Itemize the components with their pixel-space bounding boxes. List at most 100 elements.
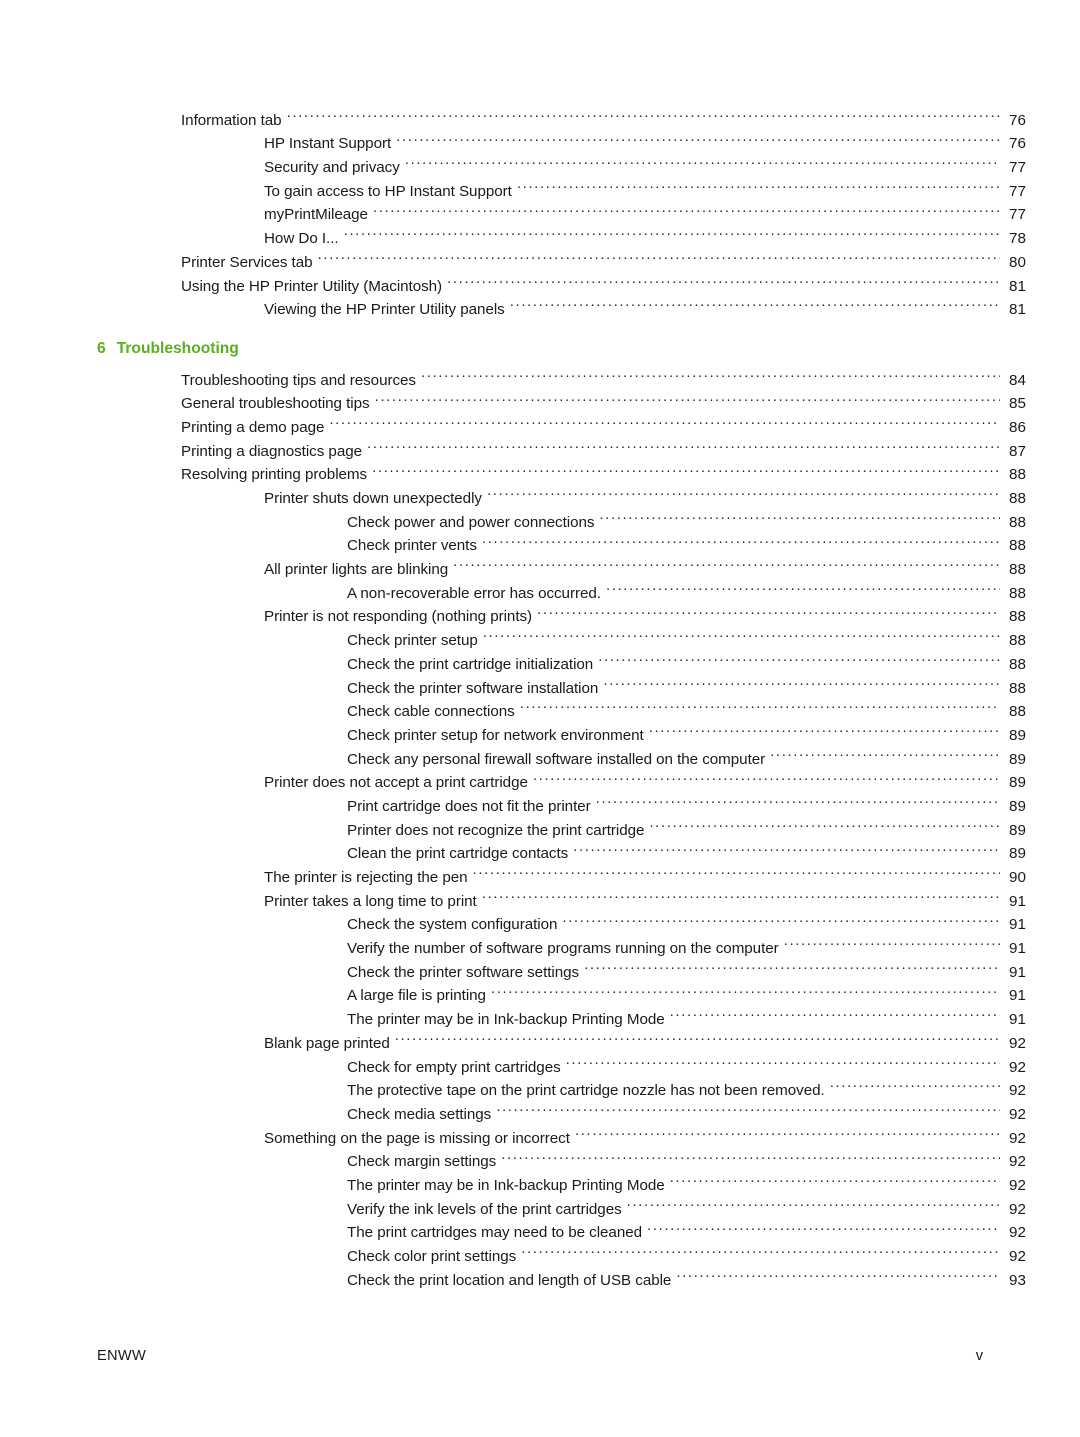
- toc-entry-page-number: 91: [1009, 916, 1026, 934]
- toc-dot-leader: [329, 408, 1000, 432]
- toc-entry-page-number: 91: [1009, 940, 1026, 958]
- toc-dot-leader: [367, 432, 1000, 456]
- toc-dot-leader: [520, 693, 1000, 717]
- toc-entry[interactable]: Check media settings 92: [0, 1095, 1080, 1123]
- chapter-number: 6: [97, 340, 106, 358]
- toc-entry[interactable]: Check power and power connections88: [0, 503, 1080, 531]
- toc-entry[interactable]: Information tab 76: [0, 101, 1080, 129]
- toc-entry-page-number: 88: [1009, 490, 1026, 507]
- toc-entry[interactable]: Print cartridge does not fit the printer…: [0, 787, 1080, 815]
- toc-entry[interactable]: Check printer setup 88: [0, 621, 1080, 649]
- toc-entry-title: Printer does not accept a print cartridg…: [264, 774, 528, 792]
- toc-entry-page-number: 88: [1009, 632, 1026, 650]
- toc-entry[interactable]: Printer is not responding (nothing print…: [0, 598, 1080, 626]
- toc-dot-leader: [318, 243, 1000, 267]
- toc-entry-page-number: 88: [1009, 561, 1026, 579]
- toc-entry[interactable]: The printer is rejecting the pen 90: [0, 858, 1080, 886]
- toc-entry[interactable]: Check margin settings 92: [0, 1143, 1080, 1171]
- toc-entry-title: Verify the ink levels of the print cartr…: [347, 1200, 622, 1218]
- toc-entry[interactable]: Check for empty print cartridges 92: [0, 1048, 1080, 1076]
- toc-dot-leader: [517, 172, 1000, 196]
- toc-dot-leader: [483, 621, 1000, 645]
- toc-entry-page-number: 77: [1009, 182, 1026, 200]
- toc-dot-leader: [501, 1143, 1000, 1167]
- toc-entry-title: Information tab: [181, 111, 282, 129]
- toc-dot-leader: [491, 977, 1000, 1001]
- toc-entry[interactable]: Printer does not accept a print cartridg…: [0, 764, 1080, 792]
- toc-entry[interactable]: Printing a diagnostics page 87: [0, 432, 1080, 460]
- toc-entry-page-number: 91: [1009, 987, 1026, 1005]
- toc-dot-leader: [496, 1095, 1000, 1119]
- toc-section-before-chapter: Information tab76HP Instant Support76Sec…: [0, 101, 1080, 319]
- toc-entry-page-number: 92: [1009, 1105, 1026, 1123]
- toc-entry-title: Using the HP Printer Utility (Macintosh): [181, 277, 443, 295]
- toc-entry-page-number: 88: [1009, 537, 1026, 555]
- toc-entry[interactable]: Check printer vents88: [0, 527, 1080, 555]
- toc-dot-leader: [596, 787, 1000, 811]
- toc-dot-leader: [375, 385, 1000, 409]
- chapter-spacer: [0, 314, 1080, 337]
- toc-section-after-chapter: Troubleshooting tips and resources84Gene…: [0, 361, 1080, 1289]
- toc-entry-page-number: 88: [1009, 703, 1026, 721]
- toc-dot-leader: [395, 1024, 1000, 1048]
- toc-entry[interactable]: Printer shuts down unexpectedly 88: [0, 479, 1080, 507]
- toc-entry[interactable]: Something on the page is missing or inco…: [0, 1119, 1080, 1147]
- toc-entry[interactable]: Printer takes a long time to print 91: [0, 882, 1080, 910]
- toc-entry-page-number: 92: [1009, 1153, 1026, 1171]
- toc-entry-page-number: 91: [1009, 1011, 1026, 1029]
- chapter-title: Troubleshooting: [116, 340, 239, 358]
- toc-entry[interactable]: myPrintMileage77: [0, 196, 1080, 224]
- toc-entry[interactable]: Check the print location and length of U…: [0, 1261, 1080, 1289]
- page-footer: ENWW v: [0, 1348, 1080, 1372]
- toc-entry[interactable]: Viewing the HP Printer Utility panels 81: [0, 291, 1080, 319]
- toc-entry[interactable]: Printer Services tab 80: [0, 243, 1080, 271]
- toc-entry[interactable]: Check printer setup for network environm…: [0, 716, 1080, 744]
- toc-entry[interactable]: To gain access to HP Instant Support77: [0, 172, 1080, 200]
- toc-entry-title: Printing a diagnostics page: [181, 442, 363, 460]
- toc-dot-leader: [647, 1214, 1000, 1238]
- toc-dot-leader: [562, 906, 1000, 930]
- toc-entry[interactable]: The printer may be in Ink-backup Printin…: [0, 1000, 1080, 1028]
- toc-entry[interactable]: Check the print cartridge initialization…: [0, 645, 1080, 673]
- toc-entry-page-number: 92: [1009, 1176, 1026, 1194]
- toc-entry[interactable]: The printer may be in Ink-backup Printin…: [0, 1166, 1080, 1194]
- toc-entry[interactable]: Security and privacy 77: [0, 148, 1080, 176]
- toc-entry-title: Printer shuts down unexpectedly: [264, 490, 482, 507]
- toc-entry-page-number: 92: [1009, 1058, 1026, 1076]
- toc-entry[interactable]: Troubleshooting tips and resources84: [0, 361, 1080, 389]
- toc-entry[interactable]: How Do I...78: [0, 219, 1080, 247]
- toc-entry-title: Resolving printing problems: [181, 466, 368, 484]
- toc-entry-title: Check printer setup for network environm…: [347, 726, 644, 744]
- toc-entry-page-number: 89: [1009, 821, 1026, 839]
- toc-entry[interactable]: All printer lights are blinking 88: [0, 550, 1080, 578]
- toc-entry[interactable]: General troubleshooting tips85: [0, 385, 1080, 413]
- toc-dot-leader: [566, 1048, 1000, 1072]
- toc-entry[interactable]: Blank page printed 92: [0, 1024, 1080, 1052]
- toc-entry[interactable]: Check the system configuration 91: [0, 906, 1080, 934]
- toc-entry[interactable]: Check color print settings 92: [0, 1237, 1080, 1265]
- toc-dot-leader: [649, 811, 1000, 835]
- toc-dot-leader: [510, 291, 1000, 315]
- toc-dot-leader: [421, 361, 1000, 385]
- toc-entry[interactable]: HP Instant Support 76: [0, 125, 1080, 153]
- toc-entry-page-number: 89: [1009, 797, 1026, 815]
- toc-entry[interactable]: Using the HP Printer Utility (Macintosh)…: [0, 267, 1080, 295]
- toc-dot-leader: [784, 929, 1000, 953]
- toc-entry[interactable]: Resolving printing problems 88: [0, 456, 1080, 484]
- toc-entry-page-number: 88: [1009, 608, 1026, 626]
- toc-entry[interactable]: A non-recoverable error has occurred.88: [0, 574, 1080, 602]
- toc-dot-leader: [670, 1000, 1000, 1024]
- toc-entry-page-number: 92: [1009, 1224, 1026, 1242]
- table-of-contents: Information tab76HP Instant Support76Sec…: [0, 101, 1080, 1289]
- toc-dot-leader: [447, 267, 1000, 291]
- toc-entry[interactable]: A large file is printing 91: [0, 977, 1080, 1005]
- toc-dot-leader: [599, 503, 1000, 527]
- toc-dot-leader: [372, 456, 1000, 480]
- toc-entry-title: Check margin settings: [347, 1153, 497, 1171]
- toc-dot-leader: [373, 196, 1000, 220]
- toc-dot-leader: [405, 148, 1000, 172]
- toc-entry[interactable]: Printing a demo page 86: [0, 408, 1080, 436]
- toc-entry-page-number: 89: [1009, 726, 1026, 744]
- toc-dot-leader: [603, 669, 1000, 693]
- toc-entry[interactable]: Check cable connections 88: [0, 693, 1080, 721]
